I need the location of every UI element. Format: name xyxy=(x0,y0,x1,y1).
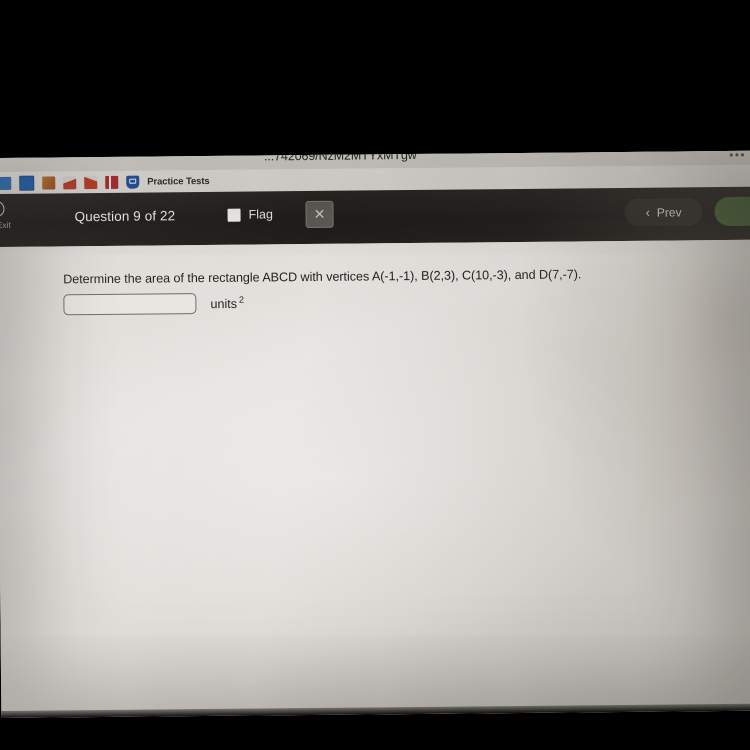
laptop-screen: ...742069/NzM2MTYxMTgw ••• Practice Test… xyxy=(0,150,750,718)
question-prompt: Determine the area of the rectangle ABCD… xyxy=(63,267,582,287)
prev-question-button[interactable]: ‹ Prev xyxy=(624,198,703,226)
answer-row: units 2 xyxy=(63,293,244,316)
practice-tests-shield-icon[interactable] xyxy=(126,175,140,189)
bookmark-icon-1[interactable] xyxy=(0,176,12,190)
bookmark-icon-6[interactable] xyxy=(105,175,119,189)
units-label: units 2 xyxy=(210,295,245,312)
url-text: ...742069/NzM2MTYxMTgw xyxy=(263,150,417,164)
bookmark-practice-tests-label[interactable]: Practice Tests xyxy=(147,175,209,187)
bookmark-icon-2[interactable] xyxy=(19,175,35,191)
flag-checkbox[interactable] xyxy=(227,208,241,222)
close-button[interactable]: ✕ xyxy=(305,200,334,229)
answer-input[interactable] xyxy=(63,293,197,316)
question-counter: Question 9 of 22 xyxy=(74,208,176,225)
quiz-toolbar: & Exit Question 9 of 22 Flag ✕ ‹ Prev xyxy=(0,186,750,247)
flag-question-control[interactable]: Flag xyxy=(227,207,273,222)
flag-label: Flag xyxy=(248,207,273,222)
bookmark-icon-5[interactable] xyxy=(84,175,98,189)
browser-overflow-menu-icon[interactable]: ••• xyxy=(729,151,746,162)
chevron-left-icon: ‹ xyxy=(645,204,650,220)
power-icon xyxy=(0,200,5,218)
photo-of-laptop-screen: ...742069/NzM2MTYxMTgw ••• Practice Test… xyxy=(0,0,750,750)
question-content-area: Determine the area of the rectangle ABCD… xyxy=(0,239,750,718)
close-icon: ✕ xyxy=(313,205,326,222)
prev-label: Prev xyxy=(656,204,682,220)
bookmark-icon-4[interactable] xyxy=(63,175,77,189)
bookmark-icon-3[interactable] xyxy=(42,175,56,190)
next-question-button[interactable] xyxy=(714,196,750,227)
save-and-exit-label: & Exit xyxy=(0,219,11,230)
units-exponent: 2 xyxy=(238,295,245,306)
